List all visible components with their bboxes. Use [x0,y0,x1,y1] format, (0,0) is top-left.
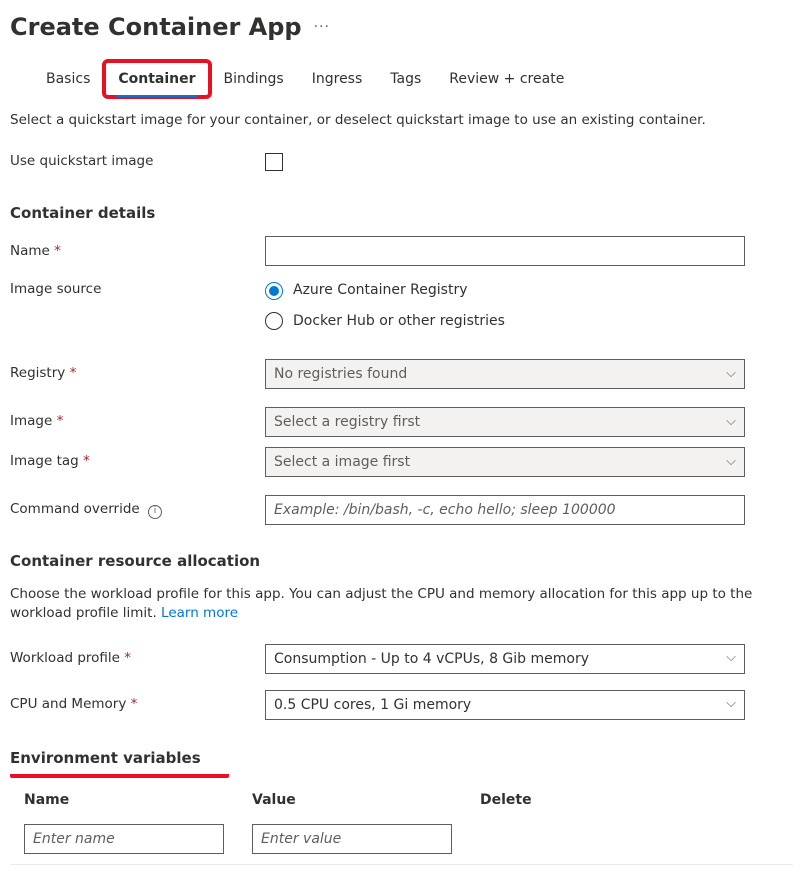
workload-profile-label: Workload profile * [10,649,265,669]
learn-more-link[interactable]: Learn more [161,605,238,621]
page-title: Create Container App ··· [10,10,793,45]
section-resource-allocation: Container resource allocation [10,551,793,573]
tab-ingress[interactable]: Ingress [300,63,375,95]
workload-profile-select[interactable]: Consumption - Up to 4 vCPUs, 8 Gib memor… [265,644,745,674]
use-quickstart-checkbox[interactable] [265,153,283,171]
tab-bindings[interactable]: Bindings [212,63,296,95]
image-source-label: Image source [10,280,265,300]
env-col-value: Value [252,790,480,810]
chevron-down-icon: ⌵ [726,365,736,384]
info-icon[interactable]: i [148,505,162,519]
tab-tags[interactable]: Tags [378,63,433,95]
registry-select[interactable]: No registries found ⌵ [265,359,745,389]
image-label: Image * [10,412,265,432]
tab-basics[interactable]: Basics [34,63,102,95]
use-quickstart-label: Use quickstart image [10,152,265,172]
radio-dockerhub[interactable]: Docker Hub or other registries [265,311,793,331]
alloc-text: Choose the workload profile for this app… [10,585,793,624]
command-override-input[interactable] [265,495,745,525]
section-env-vars: Environment variables [10,748,793,778]
cpu-memory-select[interactable]: 0.5 CPU cores, 1 Gi memory ⌵ [265,690,745,720]
name-input[interactable] [265,236,745,266]
chevron-down-icon: ⌵ [726,649,736,668]
chevron-down-icon: ⌵ [726,413,736,432]
command-override-label: Command override i [10,500,265,520]
tab-bar: Basics Container Bindings Ingress Tags R… [34,63,793,95]
radio-acr[interactable]: Azure Container Registry [265,280,793,300]
cpu-memory-label: CPU and Memory * [10,695,265,715]
intro-text: Select a quickstart image for your conta… [10,111,793,131]
tag-select[interactable]: Select a image first ⌵ [265,447,745,477]
chevron-down-icon: ⌵ [726,453,736,472]
tab-review-create[interactable]: Review + create [437,63,576,95]
radio-acr-dot [265,282,283,300]
name-label: Name * [10,242,265,262]
env-value-input[interactable] [252,824,452,854]
section-container-details: Container details [10,203,793,225]
tag-label: Image tag * [10,452,265,472]
env-name-input[interactable] [24,824,224,854]
env-divider [10,864,793,865]
more-icon[interactable]: ··· [314,17,330,37]
image-select[interactable]: Select a registry first ⌵ [265,407,745,437]
tab-container[interactable]: Container [102,59,211,99]
chevron-down-icon: ⌵ [726,695,736,714]
registry-label: Registry * [10,364,265,384]
radio-dockerhub-dot [265,312,283,330]
env-col-delete: Delete [480,790,793,810]
env-col-name: Name [24,790,252,810]
